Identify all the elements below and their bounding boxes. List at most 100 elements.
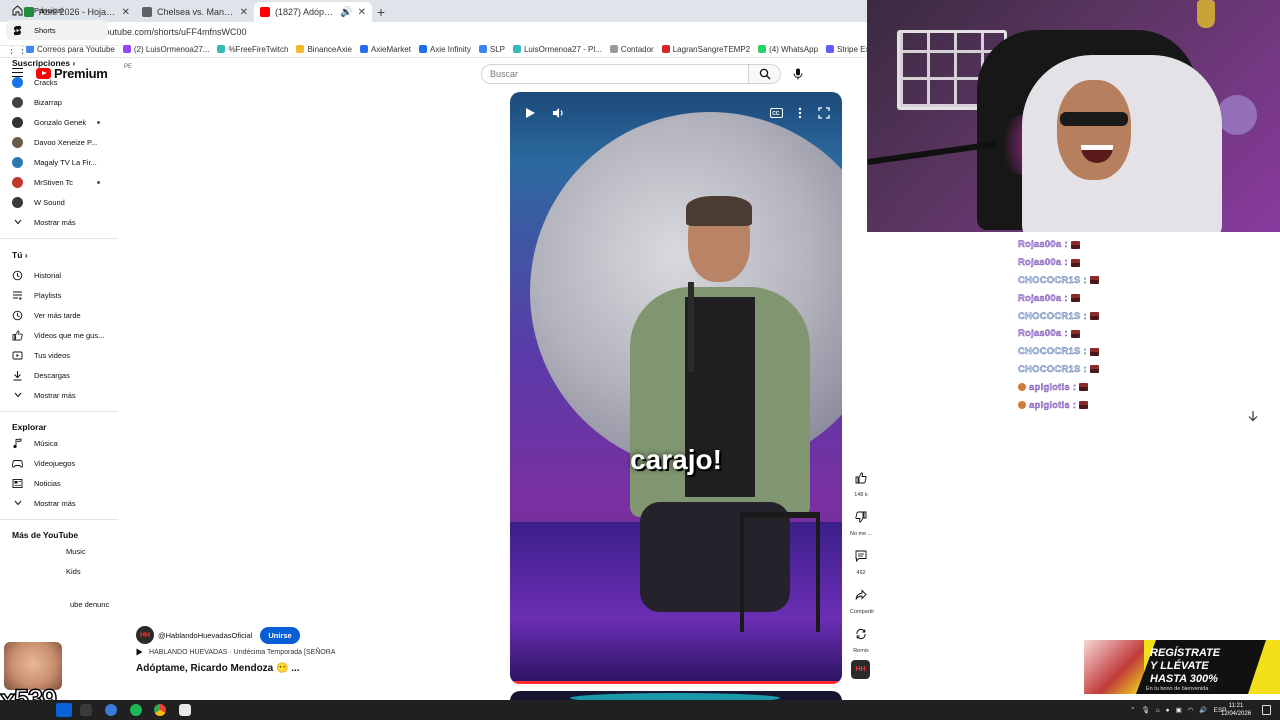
bookmark-item[interactable]: SLP bbox=[478, 45, 505, 54]
channel-avatar[interactable]: HH bbox=[136, 626, 154, 644]
tab-audio-icon[interactable]: 🔊 bbox=[340, 7, 352, 18]
sidebar-item-label: Shorts bbox=[34, 25, 56, 35]
sidebar-item-you[interactable]: Playlists bbox=[6, 285, 108, 305]
sidebar-subscription[interactable]: Gonzalo Genek bbox=[6, 112, 108, 132]
new-tab-button[interactable]: + bbox=[372, 2, 390, 22]
sidebar-item-you[interactable]: Descargas bbox=[6, 365, 108, 385]
sidebar-item-you[interactable]: Videos que me gus... bbox=[6, 325, 108, 345]
sidebar-subscription[interactable]: MrStiven Tc bbox=[6, 172, 108, 192]
sidebar-item-explore[interactable]: Videojuegos bbox=[6, 453, 108, 473]
short-title[interactable]: Adóptame, Ricardo Mendoza 😶 ... bbox=[136, 663, 300, 674]
bookmark-item[interactable]: Stripe Express bbox=[826, 45, 868, 54]
show-more-subscriptions[interactable]: Mostrar más bbox=[6, 212, 108, 232]
sidebar-item-you[interactable]: Historial bbox=[6, 265, 108, 285]
music-label: HABLANDO HUEVADAS · Undécima Temporada [… bbox=[149, 648, 336, 656]
sidebar-item-you[interactable]: Ver más tarde bbox=[6, 305, 108, 325]
url-field[interactable]: youtube.com/shorts/uFF4mfnsWC00 bbox=[92, 24, 868, 39]
close-tab-icon[interactable]: ✕ bbox=[122, 7, 130, 18]
scroll-down-button[interactable] bbox=[1245, 408, 1261, 424]
chevron-down-icon bbox=[12, 217, 23, 228]
short-video-player[interactable]: carajo! CC bbox=[510, 92, 842, 684]
sidebar-subscription[interactable]: Cracks bbox=[6, 72, 108, 92]
windows-start-icon[interactable] bbox=[56, 703, 72, 717]
sidebar-item-label: W Sound bbox=[34, 197, 65, 207]
show-more-you[interactable]: Mostrar más bbox=[6, 385, 108, 405]
comments-button[interactable]: 492 bbox=[850, 546, 872, 576]
chrome-icon[interactable] bbox=[154, 704, 166, 716]
mic-tray-icon[interactable]: 🎙 bbox=[1141, 706, 1149, 714]
volume-button[interactable] bbox=[549, 104, 567, 122]
bookmark-favicon-icon bbox=[359, 45, 368, 53]
sidebar-item-explore[interactable]: Noticias bbox=[6, 473, 108, 493]
bookmark-item[interactable]: (4) WhatsApp bbox=[758, 45, 818, 54]
bookmark-item[interactable]: AxieMarket bbox=[359, 45, 411, 54]
channel-name[interactable]: @HablandoHuevadasOficial bbox=[158, 631, 252, 640]
bookmark-item[interactable]: LuisOrmenoa27 - Pl... bbox=[512, 45, 602, 54]
close-tab-icon[interactable]: ✕ bbox=[240, 7, 248, 18]
tab-chelsea[interactable]: Chelsea vs. Manchester City | D... ✕ bbox=[136, 2, 254, 22]
sidebar-item-report[interactable]: ube denunc bbox=[70, 600, 109, 609]
edge-browser-icon[interactable] bbox=[105, 704, 117, 716]
bookmark-item[interactable]: Axie Infinity bbox=[418, 45, 471, 54]
bookmark-item[interactable]: (2) LuisOrmenoa27... bbox=[122, 45, 209, 54]
voice-search-button[interactable] bbox=[788, 64, 808, 84]
bookmark-item[interactable]: BinanceAxie bbox=[296, 45, 352, 54]
sidebar-subscription[interactable]: Davoo Xeneize P... bbox=[6, 132, 108, 152]
spotify-icon[interactable] bbox=[130, 704, 142, 716]
task-view-icon[interactable] bbox=[80, 704, 92, 716]
progress-bar[interactable] bbox=[510, 681, 842, 684]
bookmark-item[interactable]: LagranSangreTEMP2 bbox=[661, 45, 750, 54]
chat-username: Rojas00a bbox=[1018, 257, 1062, 269]
casino-ad-banner[interactable]: REGÍSTRATE Y LLÉVATE HASTA 300% En tu bo… bbox=[1084, 640, 1280, 694]
chat-message: CHOCOCR1S: bbox=[1018, 343, 1099, 361]
app-icon[interactable] bbox=[179, 704, 191, 716]
sidebar-item-label: Historial bbox=[34, 270, 62, 280]
sound-thumbnail[interactable]: HH bbox=[851, 660, 870, 679]
clock[interactable]: 11:21 12/04/2026 bbox=[1221, 702, 1251, 718]
divider bbox=[0, 238, 118, 239]
sidebar-item-more[interactable]: Kids bbox=[66, 567, 81, 576]
sidebar-subscription[interactable]: Bizarrap bbox=[6, 92, 108, 112]
volume-tray-icon[interactable]: 🔊 bbox=[1199, 706, 1207, 714]
bookmark-favicon-icon bbox=[478, 45, 487, 53]
comment-count: 492 bbox=[856, 570, 866, 576]
fullscreen-button[interactable] bbox=[815, 104, 833, 122]
sidebar-item-explore[interactable]: Música bbox=[6, 433, 108, 453]
sidebar-item-you[interactable]: Tus videos bbox=[6, 345, 108, 365]
music-info[interactable]: HABLANDO HUEVADAS · Undécima Temporada [… bbox=[136, 648, 335, 656]
play-button[interactable] bbox=[521, 104, 539, 122]
sidebar-subscription[interactable]: Magaly TV La Fir... bbox=[6, 152, 108, 172]
wifi-tray-icon[interactable]: ◠ bbox=[1188, 706, 1194, 714]
sidebar-item-more[interactable]: Music bbox=[66, 547, 86, 556]
tray-overflow-icon[interactable]: ⌃ bbox=[1130, 706, 1135, 714]
search-button[interactable] bbox=[749, 64, 781, 84]
channel-avatar bbox=[12, 196, 23, 208]
you-heading[interactable]: Tú › bbox=[12, 250, 28, 260]
share-button[interactable]: Compartir bbox=[850, 585, 874, 615]
sidebar-subscription[interactable]: W Sound bbox=[6, 192, 108, 212]
notifications-icon[interactable] bbox=[1262, 705, 1271, 715]
sidebar-item-principal[interactable]: Principal bbox=[6, 0, 108, 20]
like-button[interactable]: 148 k bbox=[850, 468, 872, 498]
tray-app-icon[interactable]: ● bbox=[1166, 707, 1170, 714]
remix-button[interactable]: Remix bbox=[850, 624, 872, 654]
tray-app-icon[interactable]: ▣ bbox=[1176, 706, 1182, 714]
channel-avatar bbox=[12, 76, 23, 88]
bookmark-item[interactable]: %FreeFireTwitch bbox=[217, 45, 288, 54]
like-count: 148 k bbox=[854, 492, 868, 498]
bookmark-item[interactable]: Contador bbox=[609, 45, 654, 54]
dislike-button[interactable]: No me ... bbox=[850, 507, 872, 537]
tab-youtube[interactable]: (1827) Adóptame, Ricardo M... 🔊 ✕ bbox=[254, 2, 372, 22]
show-more-explore[interactable]: Mostrar más bbox=[6, 493, 108, 513]
subscriptions-heading[interactable]: Suscripciones › bbox=[12, 58, 75, 68]
sidebar-item-shorts[interactable]: Shorts bbox=[6, 20, 108, 40]
more-options-button[interactable] bbox=[791, 104, 809, 122]
sidebar-item-label: Playlists bbox=[34, 290, 62, 300]
bookmark-favicon-icon bbox=[758, 45, 767, 53]
search-input[interactable]: Buscar bbox=[481, 64, 749, 84]
network-tray-icon[interactable]: ⌂ bbox=[1156, 707, 1160, 714]
bookmark-label: Stripe Express bbox=[837, 44, 868, 54]
close-tab-icon[interactable]: ✕ bbox=[358, 7, 366, 18]
captions-button[interactable]: CC bbox=[767, 104, 785, 122]
join-button[interactable]: Unirse bbox=[260, 626, 300, 644]
